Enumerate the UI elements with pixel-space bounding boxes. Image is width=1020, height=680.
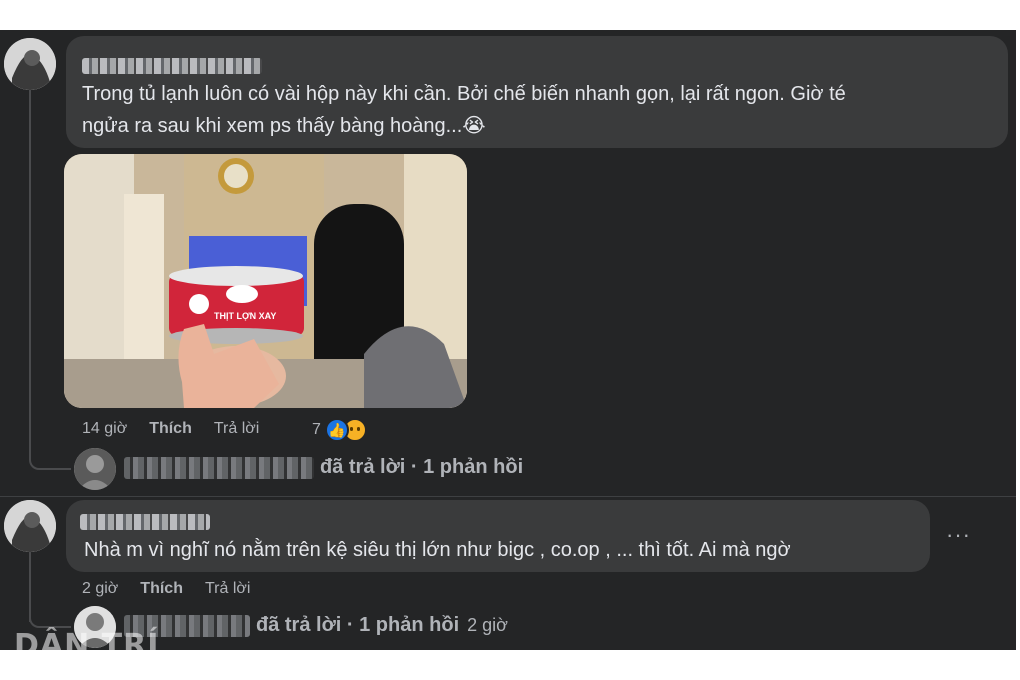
comments-panel: Trong tủ lạnh luôn có vài hộp này khi cầ… bbox=[0, 30, 1016, 650]
comment-text-line: ngửa ra sau khi xem ps thấy bàng hoàng..… bbox=[82, 115, 486, 137]
watermark-logo: DÂN TRÍ bbox=[14, 628, 160, 663]
canned-meat-photo: THỊT LỢN XAY bbox=[64, 154, 467, 408]
comment-actions: 2 giờ Thích Trả lời bbox=[82, 580, 272, 598]
replies-link[interactable]: đã trả lời · 1 phản hồi 2 giờ bbox=[124, 614, 508, 637]
comment-text: Nhà m vì nghĩ nó nằm trên kệ siêu thị lớ… bbox=[84, 539, 791, 561]
author-name[interactable] bbox=[82, 58, 262, 74]
comment-bubble: Trong tủ lạnh luôn có vài hộp này khi cầ… bbox=[66, 36, 1008, 148]
comment-time[interactable]: 14 giờ bbox=[82, 420, 127, 438]
comment-actions: 14 giờ Thích Trả lời bbox=[82, 420, 281, 438]
replier-name bbox=[124, 456, 314, 479]
divider bbox=[0, 496, 1016, 497]
like-button[interactable]: Thích bbox=[149, 420, 192, 438]
avatar-image bbox=[74, 448, 116, 490]
comment-bubble: Nhà m vì nghĩ nó nằm trên kệ siêu thị lớ… bbox=[66, 500, 930, 572]
replies-summary: đã trả lời · 1 phản hồi bbox=[320, 456, 524, 478]
more-options-button[interactable]: ··· bbox=[946, 522, 971, 548]
comment-time[interactable]: 2 giờ bbox=[82, 580, 118, 598]
author-name[interactable] bbox=[80, 514, 210, 530]
reply-button[interactable]: Trả lời bbox=[205, 580, 250, 598]
thread-line bbox=[29, 90, 31, 460]
avatar[interactable] bbox=[4, 500, 56, 552]
replies-link[interactable]: đã trả lời · 1 phản hồi bbox=[124, 456, 523, 479]
replies-summary: đã trả lời · 1 phản hồi bbox=[256, 614, 460, 636]
avatar[interactable] bbox=[4, 38, 56, 90]
avatar-image bbox=[4, 38, 56, 90]
thread-connector bbox=[29, 610, 71, 628]
reply-avatar[interactable] bbox=[74, 448, 116, 490]
reaction-count: 7 bbox=[312, 421, 321, 438]
comment-photo[interactable]: THỊT LỢN XAY bbox=[64, 154, 467, 408]
avatar-image bbox=[4, 500, 56, 552]
replies-time: 2 giờ bbox=[467, 615, 508, 635]
like-reaction-icon: 👍 bbox=[324, 418, 349, 442]
can-label: THỊT LỢN XAY bbox=[214, 311, 276, 321]
reactions[interactable]: 7 👍 bbox=[312, 418, 367, 442]
like-button[interactable]: Thích bbox=[140, 580, 183, 598]
comment-text-line: Trong tủ lạnh luôn có vài hộp này khi cầ… bbox=[82, 83, 846, 105]
thread-connector bbox=[29, 450, 71, 470]
reply-button[interactable]: Trả lời bbox=[214, 420, 259, 438]
